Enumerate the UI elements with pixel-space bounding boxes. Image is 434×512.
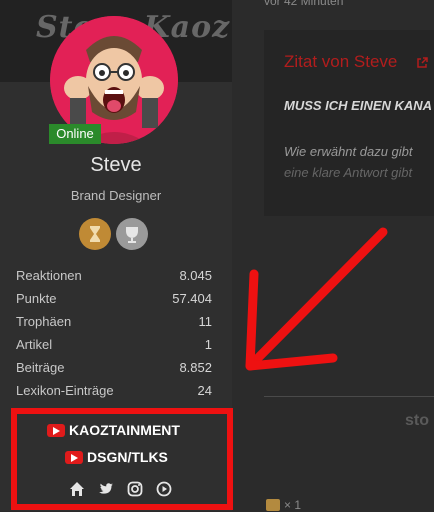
- stat-value: 8.852: [179, 360, 212, 375]
- instagram-icon[interactable]: [127, 481, 143, 497]
- user-stats: Reaktionen 8.045 Punkte 57.404 Trophäen …: [16, 268, 212, 406]
- post-time: vor 42 Minuten: [264, 0, 344, 8]
- partial-text: sto: [405, 412, 429, 429]
- cup-trophy-icon[interactable]: [116, 218, 148, 250]
- stat-label: Beiträge: [16, 360, 65, 375]
- thumbs-up-icon: [266, 499, 280, 511]
- youtube-link-dsgn-tlks[interactable]: DSGN/TLKS: [65, 449, 168, 465]
- stat-value: 8.045: [179, 268, 212, 283]
- stat-label: Artikel: [16, 337, 53, 352]
- quote-block: Zitat von Steve MUSS ICH EINEN KANA Wie …: [264, 30, 434, 216]
- quote-title-link[interactable]: Zitat von Steve: [284, 52, 397, 72]
- signature-box: KAOZTAINMENT DSGN/TLKS: [11, 408, 233, 510]
- youtube-icon: [47, 423, 65, 437]
- stat-label: Lexikon-Einträge: [16, 383, 114, 398]
- stat-row-trophies[interactable]: Trophäen 11: [16, 314, 212, 337]
- stat-label: Reaktionen: [16, 268, 82, 283]
- channel-name: DSGN/TLKS: [87, 449, 168, 465]
- stat-row-points: Punkte 57.404: [16, 291, 212, 314]
- twitter-icon[interactable]: [98, 481, 114, 497]
- stat-value: 24: [197, 383, 212, 398]
- stat-row-lexicon-entries[interactable]: Lexikon-Einträge 24: [16, 383, 212, 406]
- quote-text-line: Wie erwähnt dazu gibt: [284, 144, 413, 159]
- online-status-badge: Online: [49, 124, 101, 144]
- stat-row-articles[interactable]: Artikel 1: [16, 337, 212, 360]
- youtube-icon: [65, 450, 83, 464]
- post-divider: [264, 396, 434, 397]
- external-link-icon[interactable]: [416, 56, 428, 74]
- quote-text-line: eine klare Antwort gibt: [284, 165, 413, 180]
- play-icon[interactable]: [156, 481, 172, 497]
- username[interactable]: Steve: [0, 154, 232, 177]
- stat-value: 11: [198, 314, 213, 329]
- stat-label: Trophäen: [16, 314, 72, 329]
- social-links: [69, 481, 172, 497]
- quote-bold-text: MUSS ICH EINEN KANA: [284, 98, 433, 113]
- stat-label: Punkte: [16, 291, 57, 306]
- stat-value: 57.404: [172, 291, 212, 306]
- user-sidebar: Steve Kaoz: [0, 0, 233, 511]
- hourglass-trophy-icon[interactable]: [79, 218, 111, 250]
- youtube-link-kaoztainment[interactable]: KAOZTAINMENT: [47, 422, 180, 438]
- reaction-count: × 1: [284, 498, 302, 512]
- stat-row-posts[interactable]: Beiträge 8.852: [16, 360, 212, 383]
- stat-value: 1: [204, 337, 212, 352]
- reaction-summary[interactable]: × 1: [266, 498, 301, 512]
- user-role: Brand Designer: [70, 188, 162, 203]
- stat-row-reactions: Reaktionen 8.045: [16, 268, 212, 291]
- channel-name: KAOZTAINMENT: [69, 422, 180, 438]
- home-icon[interactable]: [69, 481, 85, 497]
